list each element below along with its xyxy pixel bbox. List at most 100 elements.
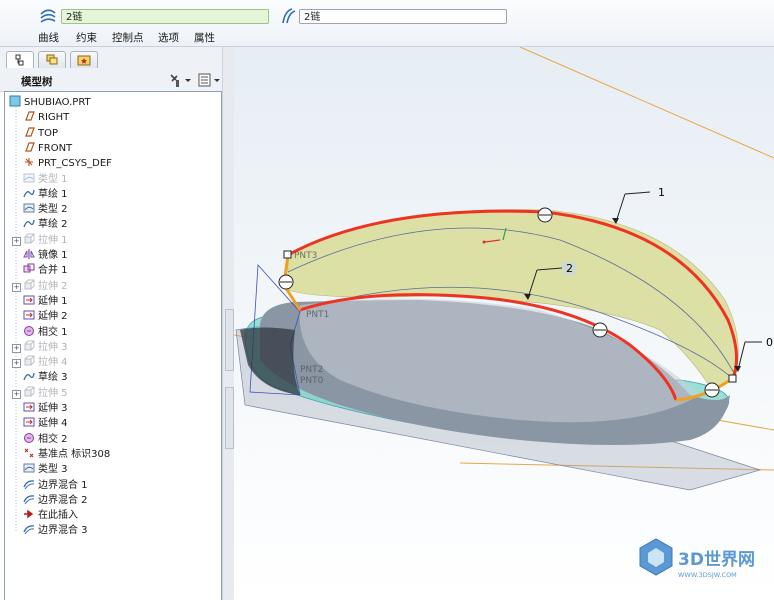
tree-item[interactable]: 相交 1 [23,325,68,340]
tree-columns-icon[interactable] [198,73,220,87]
tree-item[interactable]: 类型 1 [23,172,68,187]
tree-item[interactable]: 拉伸 1 [23,233,68,248]
tree-item[interactable]: 延伸 3 [23,401,68,416]
chain-label-0: 0 [734,336,773,372]
tree-item[interactable]: 边界混合 3 [23,523,88,538]
tree-item[interactable]: 合并 1 [23,263,68,278]
sash-expand-handle[interactable] [225,387,234,449]
tree-item[interactable]: 拉伸 3 [23,340,68,355]
tree-item[interactable]: 在此插入 [23,508,78,523]
datum-plane-icon [23,110,35,122]
extrude-icon [23,279,35,291]
tree-item-label: 延伸 2 [38,311,68,323]
tab-options[interactable]: 选项 [158,30,179,45]
tree-item-label: 相交 2 [38,433,68,445]
favorites-tab[interactable] [70,51,98,68]
tree-item[interactable]: 类型 2 [23,202,68,217]
tree-settings-icon[interactable] [170,74,191,87]
boundary-blend-dashboard: 2链 2链 曲线 约束 控制点 选项 属性 [0,0,774,47]
tree-item[interactable]: 延伸 4 [23,416,68,431]
tab-control-points[interactable]: 控制点 [112,30,144,45]
tree-item-label: 拉伸 3 [38,341,68,353]
model-tree-title: 模型树 [21,76,53,88]
tree-item-label: 延伸 3 [38,403,68,414]
tree-item-label: 草绘 2 [38,219,68,231]
tree-item[interactable]: FRONT [23,141,72,156]
first-direction-chain-field[interactable]: 2链 [61,9,269,24]
tree-item[interactable]: 拉伸 2 [23,279,68,294]
end-point-marker[interactable] [728,374,737,383]
tree-item[interactable]: 草绘 2 [23,217,68,232]
tree-item[interactable]: 边界混合 1 [23,478,88,493]
tree-item[interactable]: 边界混合 2 [23,493,88,508]
tree-item-label: PRT_CSYS_DEF [38,158,112,170]
tree-item-label: TOP [38,127,59,139]
model-tree-header: 模型树 [0,69,232,92]
tree-expand-toggle[interactable]: + [12,236,21,246]
tree-item[interactable]: PRT_CSYS_DEF [23,156,112,171]
end-point-marker[interactable] [283,250,292,259]
tree-item[interactable]: 拉伸 5 [23,386,68,401]
style-feature-icon [23,172,35,184]
tree-item-label: 相交 1 [38,326,68,338]
datum-point-pnt1: PNT1 [306,310,329,320]
tree-item[interactable]: 草绘 1 [23,187,68,202]
tree-expand-toggle[interactable]: + [12,343,21,353]
layer-tree-tab[interactable] [38,51,66,68]
sketch-icon [23,217,35,229]
tree-item-label: 边界混合 2 [38,494,88,506]
extrude-icon [23,386,35,398]
datum-plane-edge [519,47,774,159]
tree-item-label: 边界混合 3 [38,525,88,537]
tab-curves[interactable]: 曲线 [38,30,59,45]
model-tree-tab[interactable] [6,51,34,68]
tree-item-label: 基准点 标识308 [38,448,111,460]
tree-item[interactable]: 相交 2 [23,432,68,447]
tree-item[interactable]: RIGHT [23,110,69,125]
boundary-blend-icon [23,523,35,535]
sketch-icon [23,370,35,382]
tree-expand-toggle[interactable]: + [12,282,21,292]
first-direction-chain-icon[interactable] [39,7,57,25]
sash-collapse-handle[interactable] [225,309,234,371]
tree-item-label: 在此插入 [38,510,78,522]
tree-item[interactable]: 镜像 1 [23,248,68,263]
style-feature-icon [23,202,35,214]
boundary-blend-icon [23,493,35,505]
csys-icon [23,156,35,168]
extrude-icon [23,355,35,367]
tree-item[interactable]: TOP [23,126,58,141]
layers-icon [46,54,58,65]
extend-icon [23,416,35,428]
tree-item[interactable]: 类型 3 [23,462,68,477]
tree-item[interactable]: 拉伸 4 [23,355,68,370]
watermark-logo: 3D世界网 WWW.3DSJW.COM [639,538,755,579]
tree-item-label: 拉伸 1 [38,234,68,246]
tree-item-label: 合并 1 [38,265,68,277]
style-feature-icon [23,462,35,474]
tab-properties[interactable]: 属性 [194,30,215,45]
tree-item-label: 拉伸 4 [38,357,68,369]
tree-item[interactable]: 延伸 1 [23,294,68,309]
tree-item-label: 拉伸 2 [38,280,68,292]
tree-item-label: 镜像 1 [38,250,68,261]
second-direction-chain-field[interactable]: 2链 [299,9,507,24]
tree-expand-toggle[interactable]: + [12,389,21,399]
tree-expand-toggle[interactable]: + [12,359,21,369]
tree-item[interactable]: SHUBIAO.PRT [9,95,91,110]
tree-item[interactable]: 基准点 标识308 [23,447,110,462]
extend-icon [23,401,35,413]
datum-point-pnt2: PNT2 [300,365,323,375]
graphics-window[interactable]: 1 2 0 PNT3 PNT1 PNT2 PNT0 3D世界网 WWW.3DSJ… [234,47,774,600]
svg-text:0: 0 [766,336,773,349]
insert-here-arrow-icon [23,508,35,520]
tree-item[interactable]: 草绘 3 [23,370,68,385]
datum-point-pnt3: PNT3 [294,251,317,261]
chain-label-1: 1 [612,186,665,224]
tree-item[interactable]: 延伸 2 [23,309,68,324]
second-direction-chain-icon[interactable] [279,7,297,25]
merge-icon [23,263,35,275]
svg-text:2: 2 [566,262,573,275]
extrude-icon [23,233,35,245]
tab-constraints[interactable]: 约束 [76,30,97,45]
